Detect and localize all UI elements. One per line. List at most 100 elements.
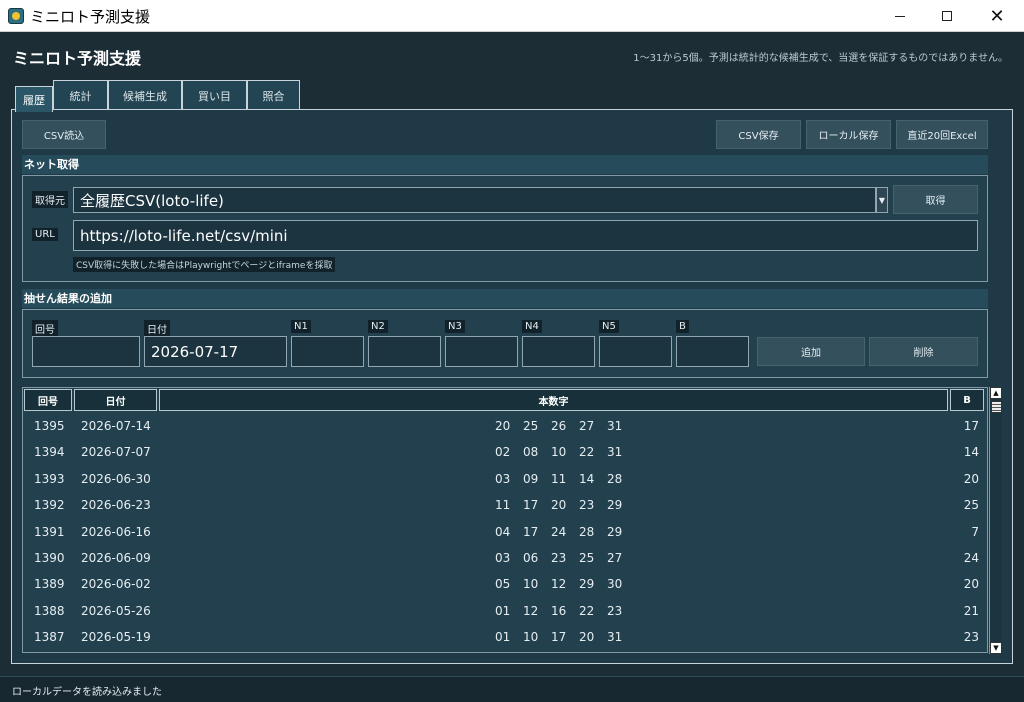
chevron-down-icon[interactable]: ▼ — [876, 187, 888, 213]
csv-load-button[interactable]: CSV読込 — [22, 120, 106, 149]
n5-label: N5 — [599, 320, 619, 333]
main-number: 27 — [579, 419, 595, 433]
main-number: 12 — [551, 577, 567, 592]
cell-round: 1387 — [34, 630, 65, 645]
local-save-button[interactable]: ローカル保存 — [806, 120, 891, 149]
window-title: ミニロト予測支援 — [30, 8, 151, 26]
main-number: 29 — [579, 577, 595, 592]
main-number: 28 — [579, 524, 595, 539]
net-fetch-section-title: ネット取得 — [22, 155, 988, 174]
main-number: 01 — [495, 603, 511, 618]
close-button[interactable]: ✕ — [974, 0, 1020, 32]
main-number: 10 — [523, 577, 539, 592]
tab-candidates[interactable]: 候補生成 — [108, 80, 182, 110]
history-table[interactable]: 回号 日付 本数字 B 1395 2026-07-14 20 25 26 27 31 17 13… — [22, 387, 988, 653]
main-number: 31 — [607, 630, 623, 645]
main-number: 22 — [579, 445, 595, 460]
tab-stats[interactable]: 統計 — [53, 80, 108, 110]
cell-numbers: 03 09 11 14 28 — [495, 472, 645, 486]
scroll-up-icon[interactable]: ▲ — [990, 387, 1002, 399]
n3-input[interactable] — [445, 336, 518, 367]
main-number: 10 — [523, 630, 539, 645]
main-number: 20 — [551, 498, 567, 513]
table-scrollbar[interactable]: ▲ ▼ — [989, 387, 1002, 654]
main-number: 20 — [579, 630, 595, 645]
cell-bonus: 23 — [963, 630, 979, 645]
header-numbers[interactable]: 本数字 — [159, 389, 948, 411]
table-row[interactable]: 1392 2026-06-23 11 17 20 23 29 25 — [23, 493, 987, 519]
n2-input[interactable] — [368, 336, 441, 367]
table-row[interactable]: 1391 2026-06-16 04 17 24 28 29 7 — [23, 520, 987, 546]
main-number: 04 — [495, 524, 511, 539]
scroll-thumb[interactable] — [991, 401, 1002, 413]
excel-recent-button[interactable]: 直近20回Excel — [896, 120, 988, 149]
cell-date: 2026-07-07 — [81, 445, 151, 460]
cell-date: 2026-06-02 — [81, 577, 151, 592]
table-row[interactable]: 1388 2026-05-26 01 12 16 22 23 21 — [23, 599, 987, 625]
cell-date: 2026-07-14 — [81, 419, 151, 433]
source-select[interactable]: 全履歴CSV(loto-life) — [73, 187, 876, 213]
cell-date: 2026-06-23 — [81, 498, 151, 513]
tab-check[interactable]: 照合 — [247, 80, 300, 110]
main-number: 17 — [523, 524, 539, 539]
round-input[interactable] — [32, 336, 140, 367]
main-number: 25 — [579, 551, 595, 565]
maximize-button[interactable] — [924, 0, 970, 32]
fetch-button[interactable]: 取得 — [893, 185, 978, 214]
table-row[interactable]: 1395 2026-07-14 20 25 26 27 31 17 — [23, 414, 987, 440]
main-number: 31 — [607, 419, 623, 433]
main-number: 29 — [607, 524, 623, 539]
cell-bonus: 7 — [971, 524, 979, 539]
cell-round: 1394 — [34, 445, 65, 460]
cell-numbers: 11 17 20 23 29 — [495, 498, 645, 512]
n4-input[interactable] — [522, 336, 595, 367]
add-result-section-title: 抽せん結果の追加 — [22, 289, 988, 308]
cell-round: 1391 — [34, 524, 65, 539]
main-number: 02 — [495, 445, 511, 460]
status-bar: ローカルデータを読み込みました — [0, 676, 1024, 702]
minimize-button[interactable] — [877, 0, 923, 32]
add-button[interactable]: 追加 — [757, 337, 865, 366]
delete-button[interactable]: 削除 — [869, 337, 978, 366]
main-number: 06 — [523, 551, 539, 565]
main-number: 23 — [551, 551, 567, 565]
scroll-down-icon[interactable]: ▼ — [990, 642, 1002, 654]
main-number: 09 — [523, 471, 539, 486]
header-bonus[interactable]: B — [950, 389, 984, 411]
bonus-label: B — [676, 320, 689, 333]
disclaimer-text: 1〜31から5個。予測は統計的な候補生成で、当選を保証するものではありません。 — [633, 53, 1008, 64]
csv-save-button[interactable]: CSV保存 — [716, 120, 801, 149]
table-row[interactable]: 1394 2026-07-07 02 08 10 22 31 14 — [23, 440, 987, 466]
cell-date: 2026-05-26 — [81, 603, 151, 618]
date-input[interactable]: 2026-07-17 — [144, 336, 287, 367]
fetch-hint: CSV取得に失敗した場合はPlaywrightでページとiframeを採取 — [73, 257, 336, 272]
cell-bonus: 14 — [963, 445, 979, 460]
table-row[interactable]: 1393 2026-06-30 03 09 11 14 28 20 — [23, 467, 987, 493]
app-icon — [8, 8, 24, 24]
n3-label: N3 — [445, 320, 465, 333]
main-number: 22 — [579, 603, 595, 618]
main-number: 23 — [579, 498, 595, 513]
date-label: 日付 — [144, 320, 170, 337]
tab-tickets[interactable]: 買い目 — [182, 80, 247, 110]
header-round[interactable]: 回号 — [24, 389, 72, 411]
table-row[interactable]: 1390 2026-06-09 03 06 23 25 27 24 — [23, 546, 987, 572]
main-number: 16 — [551, 603, 567, 618]
main-number: 03 — [495, 471, 511, 486]
table-row[interactable]: 1387 2026-05-19 01 10 17 20 31 23 — [23, 625, 987, 651]
header-date[interactable]: 日付 — [74, 389, 157, 411]
n1-input[interactable] — [291, 336, 364, 367]
cell-bonus: 24 — [963, 551, 979, 565]
main-number: 05 — [495, 577, 511, 592]
n5-input[interactable] — [599, 336, 672, 367]
tab-history[interactable]: 履歴 — [15, 86, 53, 112]
main-number: 17 — [551, 630, 567, 645]
cell-bonus: 20 — [963, 471, 979, 486]
cell-date: 2026-05-19 — [81, 630, 151, 645]
cell-round: 1388 — [34, 603, 65, 618]
table-row[interactable]: 1389 2026-06-02 05 10 12 29 30 20 — [23, 572, 987, 598]
bonus-input[interactable] — [676, 336, 749, 367]
url-input[interactable]: https://loto-life.net/csv/mini — [73, 220, 978, 251]
main-number: 14 — [579, 471, 595, 486]
cell-bonus: 25 — [963, 498, 979, 513]
